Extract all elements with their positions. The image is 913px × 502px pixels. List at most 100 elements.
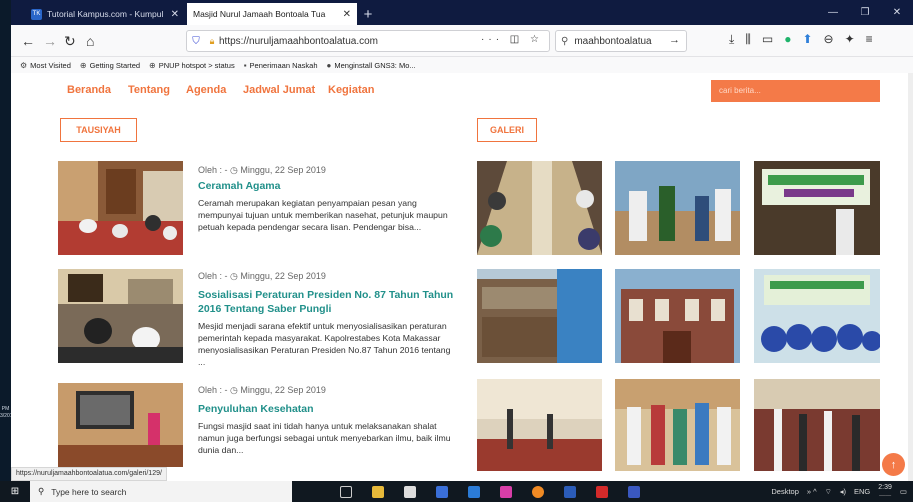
- taskbar-search-input[interactable]: ⚲ Type here to search: [30, 481, 292, 502]
- tab-label: Tutorial Kampus.com - Kumpul: [47, 9, 164, 19]
- globe-icon: ●: [326, 60, 332, 70]
- close-tab-icon[interactable]: ✕: [343, 9, 351, 20]
- scroll-to-top-button[interactable]: ↑: [882, 453, 905, 476]
- notifications-icon[interactable]: ▭: [900, 487, 907, 496]
- menu-jadwal-jumat[interactable]: Jadwal Jumat: [243, 84, 315, 96]
- customize-icon[interactable]: ✦: [845, 32, 855, 47]
- taskbar-apps: [330, 481, 650, 502]
- menu-beranda[interactable]: Beranda: [67, 84, 111, 96]
- taskbar-search-placeholder: Type here to search: [51, 486, 127, 497]
- forward-icon[interactable]: →: [43, 33, 57, 49]
- visio-icon[interactable]: [618, 481, 650, 502]
- clock[interactable]: 2:39 ——: [878, 483, 892, 501]
- post-meta: Oleh : - ◷ Minggu, 22 Sep 2019: [198, 271, 326, 281]
- browser-tabbar: TK Tutorial Kampus.com - Kumpul ✕ Masjid…: [11, 0, 913, 25]
- menu-agenda[interactable]: Agenda: [186, 84, 226, 96]
- gallery-photo[interactable]: [615, 379, 740, 471]
- desktop-label[interactable]: Desktop: [771, 487, 799, 496]
- post-image-sosialisasi[interactable]: [58, 269, 183, 363]
- app-icon[interactable]: [458, 481, 490, 502]
- app-icon[interactable]: [426, 481, 458, 502]
- extension-icon[interactable]: ●: [784, 32, 791, 47]
- sync-icon[interactable]: ⬆: [802, 32, 812, 47]
- status-link-url: https://nuruljamaahbontoalatua.com/galer…: [11, 467, 167, 481]
- doc-icon: ▪: [243, 60, 247, 70]
- gallery-photo[interactable]: [477, 161, 602, 255]
- gallery-photo[interactable]: [754, 161, 880, 255]
- post-title[interactable]: Penyuluhan Kesehatan: [198, 402, 473, 416]
- reload-icon[interactable]: ↻: [64, 33, 76, 49]
- word-icon[interactable]: [554, 481, 586, 502]
- tracking-shield-icon[interactable]: ⛉: [187, 36, 205, 47]
- bookmark-pnup-hotspot[interactable]: ⊕ PNUP hotspot > status: [149, 61, 235, 70]
- store-icon[interactable]: [394, 481, 426, 502]
- post-title[interactable]: Ceramah Agama: [198, 179, 473, 193]
- gallery-photo[interactable]: [615, 161, 740, 255]
- browser-search-box[interactable]: ⚲ maahbontoalatua →: [555, 30, 687, 52]
- post-meta: Oleh : - ◷ Minggu, 22 Sep 2019: [198, 385, 326, 395]
- network-icon[interactable]: ⌔: [825, 487, 832, 497]
- tab-tutorial-kampus[interactable]: TK Tutorial Kampus.com - Kumpul ✕: [25, 3, 185, 25]
- close-window-icon[interactable]: ✕: [881, 0, 913, 25]
- minimize-icon[interactable]: —: [817, 0, 849, 25]
- close-tab-icon[interactable]: ✕: [171, 9, 179, 20]
- task-view-icon[interactable]: [330, 481, 362, 502]
- desktop-edge: PM 3/2019: [0, 0, 15, 482]
- gallery-photo[interactable]: [615, 269, 740, 363]
- post-image-penyuluhan[interactable]: [58, 383, 183, 467]
- file-explorer-icon[interactable]: [362, 481, 394, 502]
- restore-icon[interactable]: ❐: [849, 0, 881, 25]
- browser-navbar: ← → ↻ ⌂ ⛉ 🔒︎ https://nuruljamaahbontoala…: [11, 25, 913, 57]
- home-icon[interactable]: ⌂: [86, 33, 94, 49]
- search-go-icon[interactable]: →: [669, 34, 680, 46]
- new-tab-button[interactable]: +: [357, 3, 379, 25]
- bookmark-penerimaan-naskah[interactable]: ▪ Penerimaan Naskah: [244, 61, 318, 70]
- menu-icon[interactable]: ≡: [866, 32, 873, 47]
- page-actions-icon[interactable]: ··· ◫ ☆: [481, 34, 543, 45]
- site-menu: Beranda Tentang Agenda Jadwal Jumat Kegi…: [11, 73, 913, 109]
- window-controls: — ❐ ✕: [817, 0, 913, 25]
- gallery-photo[interactable]: [754, 269, 880, 363]
- tray-arrows-icon[interactable]: » ^: [807, 487, 817, 496]
- gallery-photo[interactable]: [477, 379, 602, 471]
- post-excerpt: Fungsi masjid saat ini tidah hanya untuk…: [198, 421, 451, 455]
- globe-icon: ⊕: [79, 60, 87, 70]
- bookmark-most-visited[interactable]: ⚙ Most Visited: [20, 61, 71, 70]
- windows-start-icon[interactable]: ⊞: [0, 481, 30, 502]
- globe-icon: ⊕: [149, 60, 156, 70]
- tab-masjid-nurul-jamaah[interactable]: Masjid Nurul Jamaah Bontoala Tua ✕: [187, 3, 357, 25]
- tausiyah-label: TAUSIYAH: [60, 118, 137, 142]
- library-icon[interactable]: ⫼: [745, 32, 751, 47]
- address-bar[interactable]: ⛉ 🔒︎ https://nuruljamaahbontoalatua.com …: [186, 30, 550, 52]
- sidebar-icon[interactable]: ▭: [762, 32, 773, 47]
- pdf-icon[interactable]: [586, 481, 618, 502]
- search-icon: ⚲: [38, 486, 45, 496]
- search-icon: ⚲: [561, 35, 569, 47]
- system-tray: Desktop » ^ ⌔ ◂) ENG 2:39 —— ▭: [763, 481, 913, 502]
- gallery-photo[interactable]: [477, 269, 602, 363]
- gear-icon: ⚙: [20, 60, 28, 70]
- post-meta: Oleh : - ◷ Minggu, 22 Sep 2019: [198, 165, 326, 175]
- lock-icon[interactable]: 🔒︎: [205, 36, 219, 47]
- language-indicator[interactable]: ENG: [854, 487, 870, 496]
- post-excerpt: Mesjid menjadi sarana efektif untuk meny…: [198, 321, 451, 367]
- gallery-photo[interactable]: [754, 379, 880, 471]
- menu-kegiatan[interactable]: Kegiatan: [328, 84, 374, 96]
- account-icon[interactable]: ⊖: [824, 32, 834, 47]
- menu-tentang[interactable]: Tentang: [128, 84, 170, 96]
- site-search-input[interactable]: cari berita...: [711, 80, 880, 102]
- download-icon[interactable]: ⤓: [729, 32, 734, 47]
- firefox-icon[interactable]: [522, 481, 554, 502]
- app-icon[interactable]: [490, 481, 522, 502]
- clock-time: 2:39: [878, 483, 892, 491]
- post-image-ceramah[interactable]: [58, 161, 183, 255]
- tutorial-kampus-favicon: TK: [31, 8, 42, 20]
- volume-icon[interactable]: ◂): [840, 487, 846, 496]
- bookmark-install-gns3[interactable]: ● Menginstall GNS3: Mo...: [327, 61, 416, 70]
- search-value[interactable]: maahbontoalatua: [574, 36, 651, 47]
- back-icon[interactable]: ←: [21, 33, 35, 49]
- page-content: Beranda Tentang Agenda Jadwal Jumat Kegi…: [11, 73, 913, 481]
- bookmark-getting-started[interactable]: ⊕ Getting Started: [80, 61, 140, 70]
- page-scrollbar[interactable]: [908, 73, 913, 481]
- post-title[interactable]: Sosialisasi Peraturan Presiden No. 87 Ta…: [198, 288, 473, 316]
